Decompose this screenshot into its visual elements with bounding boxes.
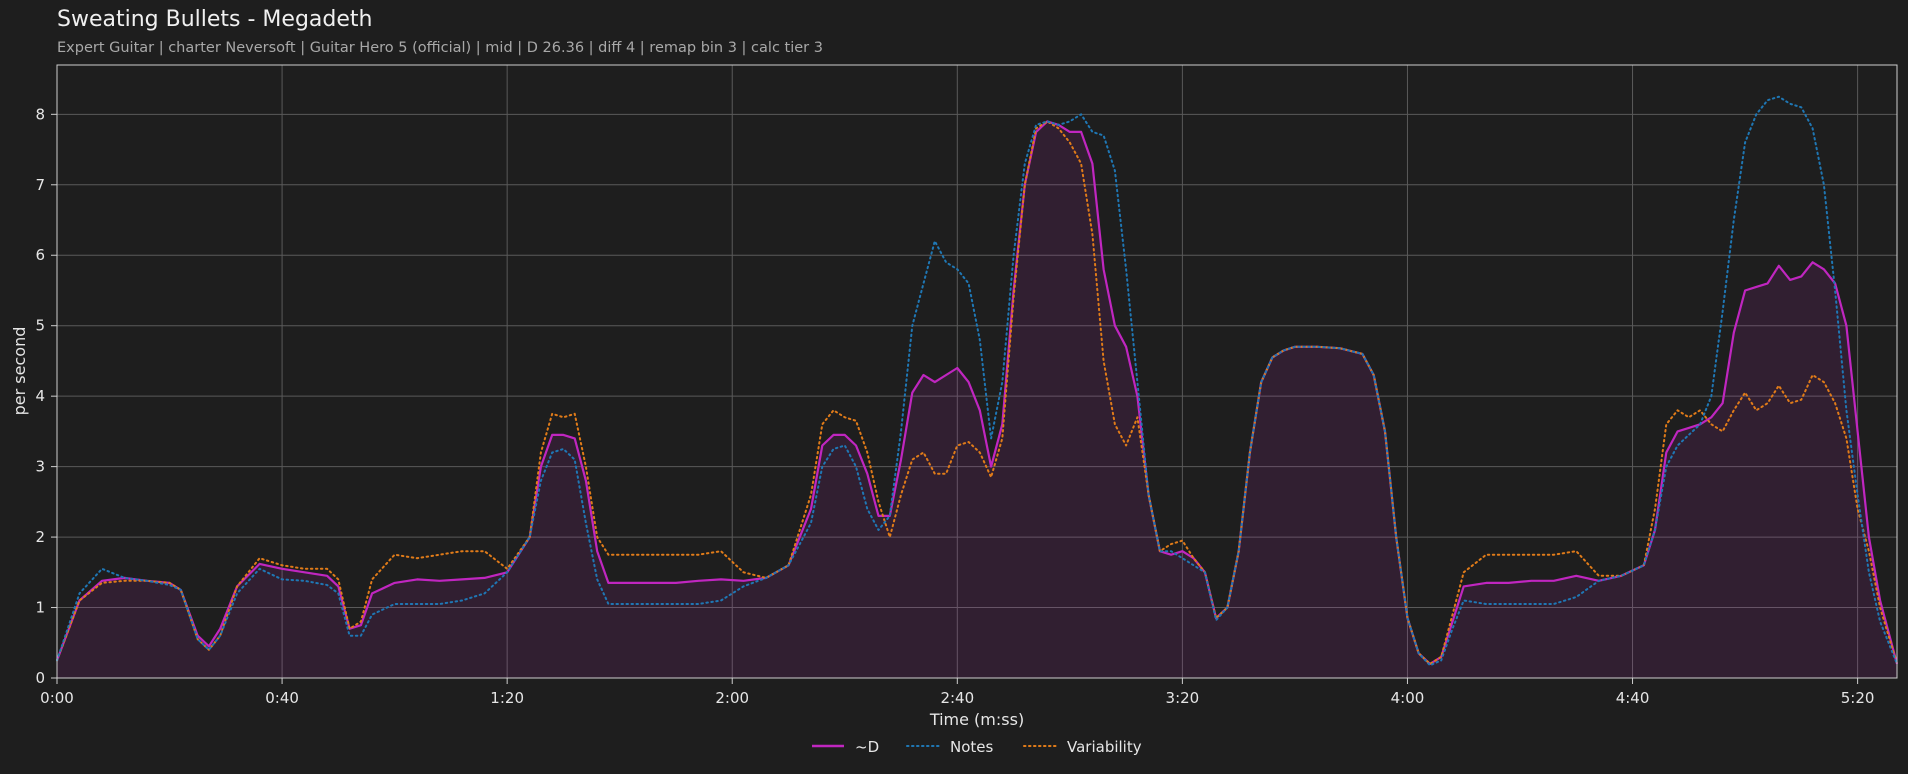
y-tick-label: 7	[35, 176, 45, 194]
x-tick-label: 2:00	[715, 689, 749, 707]
x-tick-label: 4:40	[1616, 689, 1650, 707]
y-tick-label: 0	[35, 669, 45, 687]
y-tick-label: 8	[35, 105, 45, 123]
x-tick-label: 5:20	[1841, 689, 1875, 707]
y-tick-label: 3	[35, 458, 45, 476]
legend-label: Notes	[950, 738, 994, 756]
legend-label: ~D	[855, 738, 879, 756]
legend-label: Variability	[1067, 738, 1142, 756]
y-tick-label: 4	[35, 387, 45, 405]
y-tick-label: 1	[35, 599, 45, 617]
y-tick-label: 2	[35, 528, 45, 546]
x-tick-label: 0:40	[265, 689, 299, 707]
x-tick-label: 3:20	[1166, 689, 1200, 707]
chart-canvas: 0:00 0:40 1:20 2:00 2:40 3:20 4:00 4:40 5:20 0 1 2 3…	[10, 64, 1899, 756]
y-tick-label: 5	[35, 317, 45, 335]
x-tick-label: 1:20	[490, 689, 524, 707]
x-tick-label: 4:00	[1391, 689, 1425, 707]
x-tick-label: 2:40	[940, 689, 974, 707]
legend: ~D Notes Variability	[812, 738, 1142, 756]
y-axis-label: per second	[10, 327, 29, 416]
x-tick-label: 0:00	[40, 689, 74, 707]
x-axis-label: Time (m:ss)	[929, 710, 1024, 729]
y-tick-label: 6	[35, 246, 45, 264]
